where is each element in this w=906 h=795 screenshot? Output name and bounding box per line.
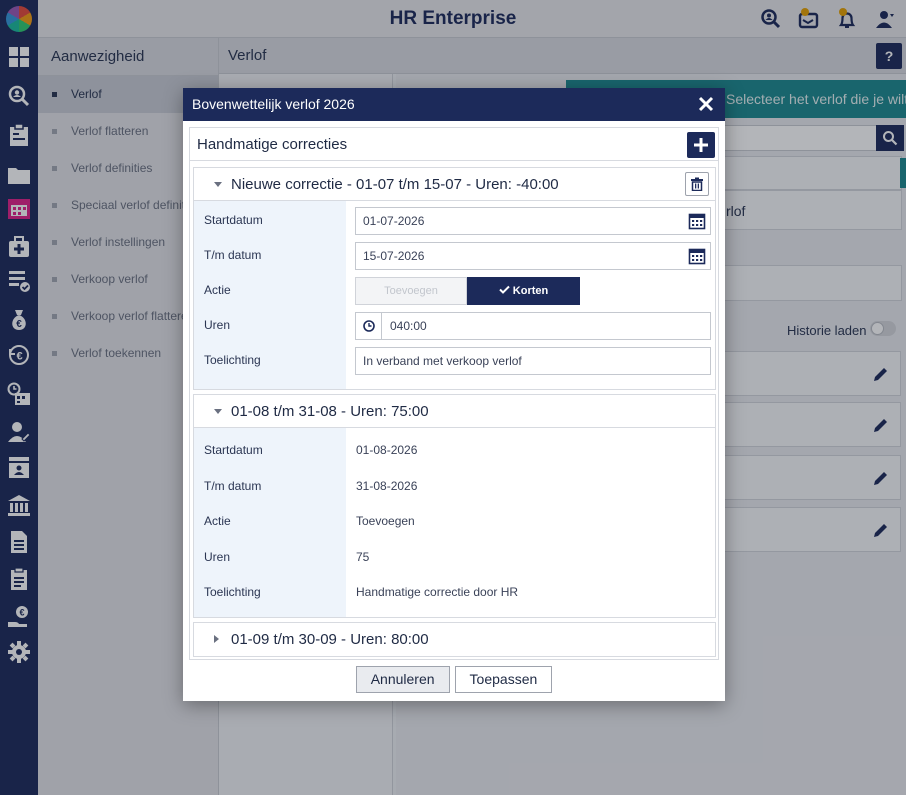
field-label: Uren (204, 550, 231, 564)
actie-segmented-control: Toevoegen Korten (355, 277, 580, 305)
form-row-actie: Actie Toevoegen Korten (194, 273, 717, 308)
korten-option[interactable]: Korten (467, 277, 580, 305)
delete-correction-button[interactable] (685, 172, 709, 196)
correction-header[interactable]: 01-08 t/m 31-08 - Uren: 75:00 (194, 395, 715, 428)
clock-icon (356, 313, 382, 339)
plus-icon (694, 138, 708, 152)
field-value: 31-08-2026 (356, 479, 418, 493)
correction-card-readonly: 01-08 t/m 31-08 - Uren: 75:00 Startdatum… (193, 394, 716, 618)
field-label: Uren (204, 318, 231, 332)
trash-icon (691, 177, 703, 191)
correction-title: 01-08 t/m 31-08 - Uren: 75:00 (231, 403, 429, 420)
checkmark-icon (499, 285, 510, 294)
field-label: T/m datum (204, 248, 262, 262)
field-value: In verband met verkoop verlof (363, 354, 522, 368)
dialog-header: Bovenwettelijk verlof 2026 (183, 88, 725, 121)
dialog-title: Bovenwettelijk verlof 2026 (192, 96, 355, 112)
calendar-picker-icon[interactable] (688, 212, 706, 230)
corrections-section-header: Handmatige correcties (190, 128, 718, 161)
field-label: Toelichting (204, 585, 261, 599)
field-value: 75 (356, 550, 370, 564)
chevron-down-icon[interactable] (214, 409, 222, 414)
toevoegen-option[interactable]: Toevoegen (355, 277, 467, 305)
correction-header[interactable]: Nieuwe correctie - 01-07 t/m 15-07 - Ure… (194, 168, 715, 201)
field-value: 040:00 (390, 319, 427, 333)
field-value: 01-08-2026 (356, 443, 418, 457)
field-value: 01-07-2026 (363, 214, 425, 228)
corrections-dialog: Bovenwettelijk verlof 2026 Handmatige co… (183, 88, 725, 701)
option-label: Korten (512, 285, 549, 297)
field-value: Toevoegen (356, 514, 415, 528)
correction-header[interactable]: 01-09 t/m 30-09 - Uren: 80:00 (194, 623, 715, 656)
detail-row-actie: Actie Toevoegen (194, 504, 717, 539)
section-title: Handmatige correcties (197, 136, 348, 153)
apply-button[interactable]: Toepassen (454, 666, 553, 693)
form-row-uren: Uren 040:00 (194, 308, 717, 343)
calendar-picker-icon[interactable] (688, 247, 706, 265)
field-value: Handmatige correctie door HR (356, 585, 519, 599)
form-row-tm-datum: T/m datum 15-07-2026 (194, 238, 717, 273)
form-row-startdatum: Startdatum 01-07-2026 (194, 203, 717, 238)
cancel-button[interactable]: Annuleren (355, 666, 450, 693)
field-label: Startdatum (204, 213, 263, 227)
uren-field[interactable]: 040:00 (355, 312, 711, 340)
toelichting-field[interactable]: In verband met verkoop verlof (355, 347, 711, 375)
field-label: Actie (204, 283, 231, 297)
detail-row-tm-datum: T/m datum 31-08-2026 (194, 469, 717, 504)
tm-datum-field[interactable]: 15-07-2026 (355, 242, 711, 270)
detail-row-uren: Uren 75 (194, 540, 717, 575)
correction-card-editable: Nieuwe correctie - 01-07 t/m 15-07 - Ure… (193, 167, 716, 390)
add-correction-button[interactable] (687, 132, 715, 158)
field-label: Startdatum (204, 443, 263, 457)
field-label: Actie (204, 514, 231, 528)
startdatum-field[interactable]: 01-07-2026 (355, 207, 711, 235)
chevron-right-icon[interactable] (214, 635, 219, 643)
form-row-toelichting: Toelichting In verband met verkoop verlo… (194, 343, 717, 378)
field-label: T/m datum (204, 479, 262, 493)
correction-title: 01-09 t/m 30-09 - Uren: 80:00 (231, 631, 429, 648)
dialog-body: Handmatige correcties Nieuwe correctie -… (189, 127, 719, 660)
detail-row-startdatum: Startdatum 01-08-2026 (194, 433, 717, 468)
dialog-footer: Annuleren Toepassen (183, 666, 725, 696)
correction-form: Startdatum 01-07-2026 T/m datum 15-07-20… (194, 201, 715, 389)
correction-card-collapsed: 01-09 t/m 30-09 - Uren: 80:00 (193, 622, 716, 657)
correction-title: Nieuwe correctie - 01-07 t/m 15-07 - Ure… (231, 176, 559, 193)
field-label: Toelichting (204, 353, 261, 367)
field-value: 15-07-2026 (363, 249, 425, 263)
detail-row-toelichting: Toelichting Handmatige correctie door HR (194, 575, 717, 610)
correction-details: Startdatum 01-08-2026 T/m datum 31-08-20… (194, 428, 715, 617)
chevron-down-icon[interactable] (214, 182, 222, 187)
close-icon[interactable] (698, 96, 714, 112)
